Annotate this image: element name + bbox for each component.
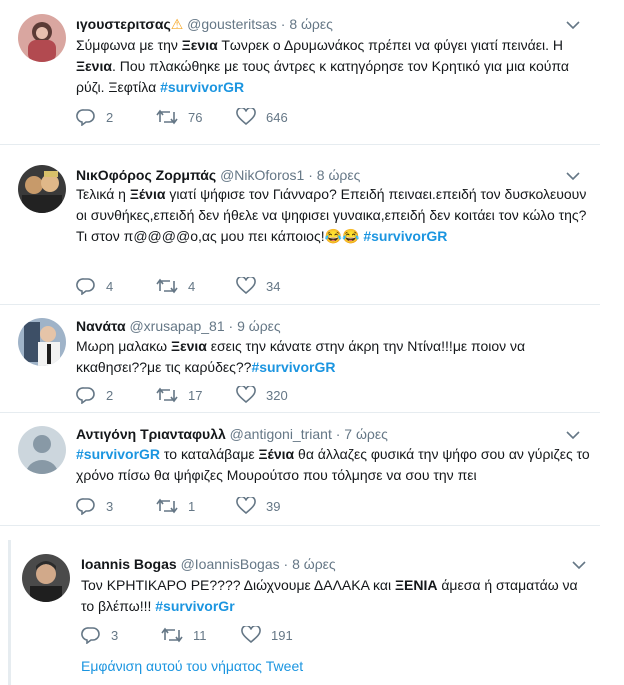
search-keyword: ΞΕΝΙΑ <box>394 577 438 593</box>
tweet[interactable]: ΝικΟφόρος Ζορμπάς @NikOforos1 · 8 ώρες Τ… <box>0 155 600 305</box>
reply-count: 4 <box>106 278 114 294</box>
tweet-text: Σύμφωνα με την Ξενια Τωνρεκ ο Δρυμωνάκος… <box>76 35 596 98</box>
tweet[interactable]: ιγουστεριτσας⚠ @gousteritsas · 8 ώρες Σύ… <box>0 0 600 145</box>
like-button[interactable]: 320 <box>236 386 288 404</box>
like-button[interactable]: 39 <box>236 497 280 515</box>
retweet-count: 17 <box>188 387 203 403</box>
retweet-button[interactable]: 4 <box>156 277 195 295</box>
like-count: 39 <box>266 498 281 514</box>
show-thread-link[interactable]: Εμφάνιση αυτού του νήματος Tweet <box>81 658 303 674</box>
retweet-icon <box>161 627 183 643</box>
tweet-text-segment: Σύμφωνα με την <box>76 37 182 53</box>
reply-icon <box>76 387 95 404</box>
search-keyword: Ξένια <box>258 446 295 462</box>
tweet-text-segment: το καταλάβαμε <box>160 446 259 462</box>
like-icon <box>236 277 256 295</box>
search-keyword: Ξενια <box>76 58 112 74</box>
tweet-timestamp[interactable]: 8 ώρες <box>317 167 361 183</box>
author-handle[interactable]: @NikOforos1 <box>220 167 304 183</box>
hashtag-link[interactable]: #survivorGR <box>251 359 335 375</box>
author-name[interactable]: Ioannis Bogas <box>81 556 177 572</box>
hashtag-link[interactable]: #survivorGR <box>363 228 447 244</box>
avatar[interactable] <box>18 426 66 474</box>
like-icon <box>236 386 256 404</box>
tweet-text: Τελικά η Ξένια γιατί ψήφισε τον Γιάνναρο… <box>76 184 596 247</box>
reply-icon <box>76 278 95 295</box>
retweet-icon <box>156 278 178 294</box>
reply-button[interactable]: 2 <box>76 108 113 126</box>
author-name[interactable]: Ναvάτα <box>76 318 126 334</box>
retweet-icon <box>156 387 178 403</box>
tweet-timestamp[interactable]: 7 ώρες <box>344 426 388 442</box>
like-count: 191 <box>271 627 293 643</box>
tweet-text: Μωρη μαλακω Ξενια εσεις την κάνατε στην … <box>76 336 596 378</box>
reply-icon <box>76 109 95 126</box>
hashtag-link[interactable]: #survivorGR <box>160 79 244 95</box>
author-handle[interactable]: @antigoni_triant <box>230 426 332 442</box>
avatar[interactable] <box>18 318 66 366</box>
retweet-button[interactable]: 76 <box>156 108 202 126</box>
retweet-count: 76 <box>188 109 203 125</box>
search-keyword: Ξενια <box>170 338 207 354</box>
chevron-down-icon[interactable] <box>566 20 580 30</box>
tweet-timestamp[interactable]: 8 ώρες <box>289 16 333 32</box>
avatar[interactable] <box>18 14 66 62</box>
retweet-count: 4 <box>188 278 196 294</box>
author-handle[interactable]: @gousteritsas <box>187 16 277 32</box>
avatar[interactable] <box>22 554 70 602</box>
tweet[interactable]: Ναvάτα @xrusapap_81 · 9 ώρες Μωρη μαλακω… <box>0 306 600 413</box>
search-keyword: Ξενια <box>181 37 218 53</box>
like-button[interactable]: 34 <box>236 277 280 295</box>
like-count: 646 <box>266 109 288 125</box>
retweet-button[interactable]: 11 <box>161 626 207 644</box>
hashtag-link[interactable]: #survivorGR <box>76 446 160 462</box>
reply-count: 3 <box>111 627 119 643</box>
retweet-count: 11 <box>193 627 207 643</box>
reply-button[interactable]: 2 <box>76 386 113 404</box>
author-name[interactable]: Αντιγόνη Τριανταφυλλ <box>76 426 226 442</box>
author-name[interactable]: ιγουστεριτσας <box>76 16 171 32</box>
like-icon <box>241 626 261 644</box>
reply-button[interactable]: 3 <box>81 626 118 644</box>
reply-count: 2 <box>106 387 114 403</box>
tweet-text-segment: Τελικά η <box>76 186 130 202</box>
retweet-icon <box>156 109 178 125</box>
warning-emoji: ⚠ <box>170 16 184 32</box>
reply-button[interactable]: 4 <box>76 277 113 295</box>
like-count: 34 <box>266 278 281 294</box>
thread-indicator <box>8 540 11 685</box>
like-count: 320 <box>266 387 288 403</box>
author-handle[interactable]: @xrusapap_81 <box>129 318 224 334</box>
chevron-down-icon[interactable] <box>566 430 580 440</box>
tweet[interactable]: Αντιγόνη Τριανταφυλλ @antigoni_triant · … <box>0 414 600 526</box>
chevron-down-icon[interactable] <box>566 171 580 181</box>
author-name[interactable]: ΝικΟφόρος Ζορμπάς <box>76 167 216 183</box>
reply-count: 3 <box>106 498 114 514</box>
tweet-text-segment: . Που πλακώθηκε με τους άντρες κ κατηγόρ… <box>76 58 569 95</box>
like-icon <box>236 108 256 126</box>
search-keyword: Ξένια <box>129 186 166 202</box>
tweet-text: Τον ΚΡΗΤΙΚΑΡΟ ΡΕ???? Διώχνουμε ΔΑΛΑΚΑ κα… <box>81 575 591 617</box>
like-button[interactable]: 646 <box>236 108 288 126</box>
chevron-down-icon[interactable] <box>572 560 586 570</box>
tweet-timestamp[interactable]: 9 ώρες <box>237 318 281 334</box>
tweet-timestamp[interactable]: 8 ώρες <box>292 556 336 572</box>
reply-icon <box>81 627 100 644</box>
tweet-text-segment: Τον ΚΡΗΤΙΚΑΡΟ ΡΕ???? Διώχνουμε ΔΑΛΑΚΑ κα… <box>81 577 395 593</box>
like-button[interactable]: 191 <box>241 626 293 644</box>
tweet-text-segment: Τωνρεκ ο Δρυμωνάκος πρέπει να φύγει γιατ… <box>217 37 563 53</box>
avatar[interactable] <box>18 165 66 213</box>
hashtag-link[interactable]: #survivorGr <box>155 598 234 614</box>
reply-icon <box>76 498 95 515</box>
like-icon <box>236 497 256 515</box>
retweet-icon <box>156 498 178 514</box>
retweet-count: 1 <box>188 498 196 514</box>
reply-count: 2 <box>106 109 114 125</box>
retweet-button[interactable]: 17 <box>156 386 202 404</box>
retweet-button[interactable]: 1 <box>156 497 195 515</box>
tweet-text: #survivorGR το καταλάβαμε Ξένια θα άλλαζ… <box>76 444 596 486</box>
reply-button[interactable]: 3 <box>76 497 113 515</box>
author-handle[interactable]: @IoannisBogas <box>181 556 280 572</box>
tweet-text-segment: Μωρη μαλακω <box>76 338 171 354</box>
